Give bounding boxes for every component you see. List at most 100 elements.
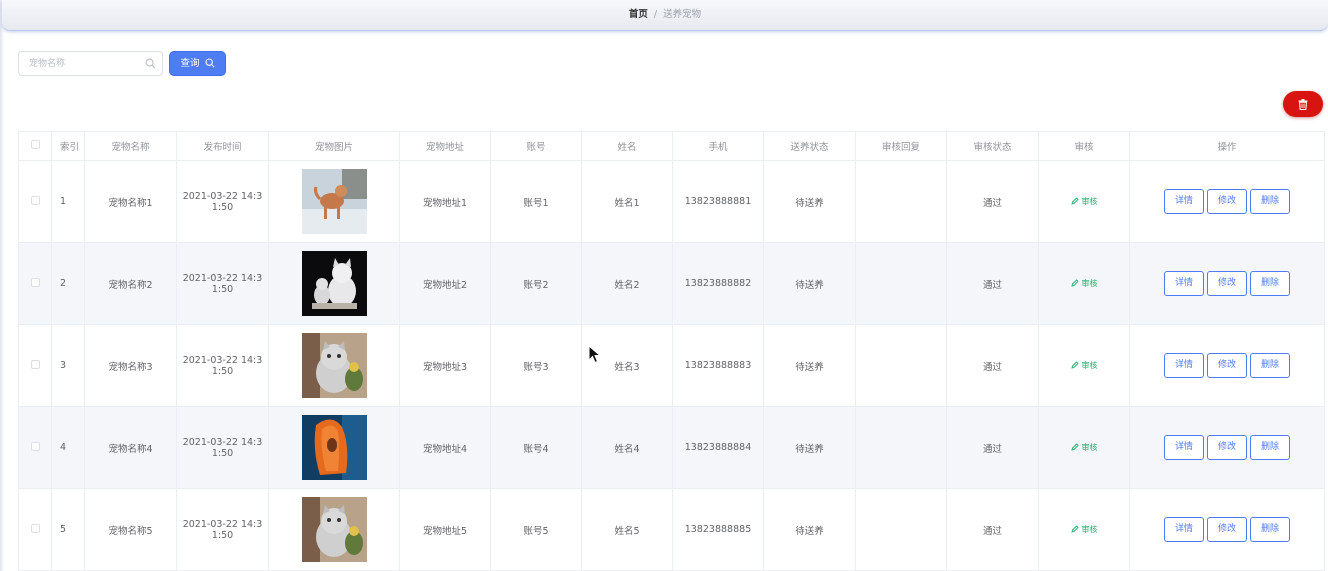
publish-time-line: 2021-03-22 14:3 bbox=[182, 190, 263, 202]
detail-button[interactable]: 详情 bbox=[1164, 271, 1204, 296]
index-cell: 1 bbox=[51, 160, 85, 243]
audit-status-cell: 通过 bbox=[946, 324, 1039, 407]
search-icon bbox=[145, 58, 156, 69]
audit-status-cell: 通过 bbox=[946, 160, 1039, 243]
adopt-status-cell: 待送养 bbox=[763, 406, 856, 489]
left-edge-shadow bbox=[0, 0, 4, 571]
publish-time-cell: 2021-03-22 14:3 1:50 bbox=[176, 488, 269, 571]
account-cell: 账号3 bbox=[490, 324, 582, 407]
index-cell: 2 bbox=[51, 242, 85, 325]
edit-button[interactable]: 修改 bbox=[1207, 189, 1247, 214]
column-header: 姓名 bbox=[581, 131, 673, 161]
row-checkbox[interactable] bbox=[30, 523, 40, 533]
detail-button[interactable]: 详情 bbox=[1164, 189, 1204, 214]
pet-table: 索引 宠物名称 发布时间 宠物图片 宠物地址 账号 姓名 手机 送养状态 审核回… bbox=[18, 131, 1325, 571]
publish-time-line: 1:50 bbox=[211, 447, 234, 459]
select-all-cell bbox=[18, 131, 52, 161]
pet-image-cell bbox=[268, 406, 400, 489]
column-header: 操作 bbox=[1129, 131, 1325, 161]
pet-address-cell: 宠物地址2 bbox=[399, 242, 491, 325]
phone-cell: 13823888882 bbox=[672, 242, 764, 325]
audit-status-cell: 通过 bbox=[946, 406, 1039, 489]
delete-button[interactable]: 删除 bbox=[1250, 435, 1290, 460]
search-input[interactable] bbox=[29, 52, 149, 75]
audit-link[interactable]: 审核 bbox=[1070, 197, 1098, 206]
column-header: 送养状态 bbox=[763, 131, 856, 161]
adopt-status-cell: 待送养 bbox=[763, 488, 856, 571]
publish-time-line: 1:50 bbox=[211, 283, 234, 295]
audit-link[interactable]: 审核 bbox=[1070, 361, 1098, 370]
edit-button[interactable]: 修改 bbox=[1207, 517, 1247, 542]
select-all-checkbox[interactable] bbox=[30, 140, 40, 149]
realname-cell: 姓名3 bbox=[581, 324, 673, 407]
publish-time-line: 1:50 bbox=[211, 529, 234, 541]
index-cell: 5 bbox=[51, 488, 85, 571]
pet-image bbox=[301, 251, 367, 316]
index-cell: 3 bbox=[51, 324, 85, 407]
row-checkbox[interactable] bbox=[30, 359, 40, 369]
table-header-row: 索引 宠物名称 发布时间 宠物图片 宠物地址 账号 姓名 手机 送养状态 审核回… bbox=[18, 131, 1325, 161]
row-checkbox[interactable] bbox=[30, 441, 40, 451]
column-header: 宠物地址 bbox=[399, 131, 491, 161]
query-button[interactable]: 查询 bbox=[169, 51, 226, 76]
breadcrumb-home[interactable]: 首页 bbox=[629, 9, 648, 20]
detail-button[interactable]: 详情 bbox=[1164, 517, 1204, 542]
column-header: 审核回复 bbox=[855, 131, 947, 161]
search-field[interactable] bbox=[18, 51, 163, 76]
query-button-label: 查询 bbox=[180, 58, 200, 69]
breadcrumb-current: 送养宠物 bbox=[663, 9, 702, 20]
phone-cell: 13823888885 bbox=[672, 488, 764, 571]
mouse-cursor-icon bbox=[588, 345, 602, 364]
column-header: 宠物名称 bbox=[84, 131, 177, 161]
audit-cell: 审核 bbox=[1038, 242, 1130, 325]
audit-link[interactable]: 审核 bbox=[1070, 279, 1098, 288]
delete-button[interactable]: 删除 bbox=[1250, 189, 1290, 214]
account-cell: 账号2 bbox=[490, 242, 582, 325]
audit-cell: 审核 bbox=[1038, 406, 1130, 489]
column-header: 发布时间 bbox=[176, 131, 269, 161]
actions-cell: 详情 修改 删除 bbox=[1129, 242, 1325, 325]
column-header: 宠物图片 bbox=[268, 131, 400, 161]
actions-cell: 详情 修改 删除 bbox=[1129, 324, 1325, 407]
actions-cell: 详情 修改 删除 bbox=[1129, 160, 1325, 243]
table-row: 4 宠物名称4 2021-03-22 14:3 1:50 宠物地址4 账号4 姓名4 1382… bbox=[18, 406, 1325, 489]
pet-image-cell bbox=[268, 324, 400, 407]
audit-reply-cell bbox=[855, 488, 947, 571]
adopt-status-cell: 待送养 bbox=[763, 242, 856, 325]
account-cell: 账号1 bbox=[490, 160, 582, 243]
publish-time-line: 2021-03-22 14:3 bbox=[182, 436, 263, 448]
pet-name-cell: 宠物名称1 bbox=[84, 160, 177, 243]
index-cell: 4 bbox=[51, 406, 85, 489]
adopt-status-cell: 待送养 bbox=[763, 324, 856, 407]
select-cell bbox=[18, 406, 52, 489]
table-row: 3 宠物名称3 2021-03-22 14:3 1:50 宠物地址3 账号3 姓名3 1382… bbox=[18, 324, 1325, 407]
edit-icon bbox=[1070, 443, 1079, 451]
audit-link-label: 审核 bbox=[1081, 361, 1098, 370]
audit-reply-cell bbox=[855, 406, 947, 489]
phone-cell: 13823888884 bbox=[672, 406, 764, 489]
audit-status-cell: 通过 bbox=[946, 242, 1039, 325]
row-checkbox[interactable] bbox=[30, 195, 40, 205]
audit-reply-cell bbox=[855, 160, 947, 243]
edit-icon bbox=[1070, 525, 1079, 533]
edit-button[interactable]: 修改 bbox=[1207, 353, 1247, 378]
detail-button[interactable]: 详情 bbox=[1164, 353, 1204, 378]
publish-time-line: 2021-03-22 14:3 bbox=[182, 518, 263, 530]
publish-time-line: 2021-03-22 14:3 bbox=[182, 354, 263, 366]
detail-button[interactable]: 详情 bbox=[1164, 435, 1204, 460]
breadcrumb-separator: / bbox=[653, 9, 658, 20]
edit-button[interactable]: 修改 bbox=[1207, 271, 1247, 296]
publish-time-line: 2021-03-22 14:3 bbox=[182, 272, 263, 284]
delete-button[interactable]: 删除 bbox=[1250, 353, 1290, 378]
pet-name-cell: 宠物名称2 bbox=[84, 242, 177, 325]
audit-link[interactable]: 审核 bbox=[1070, 443, 1098, 452]
publish-time-cell: 2021-03-22 14:3 1:50 bbox=[176, 324, 269, 407]
batch-delete-button[interactable] bbox=[1283, 91, 1323, 117]
edit-button[interactable]: 修改 bbox=[1207, 435, 1247, 460]
delete-button[interactable]: 删除 bbox=[1250, 517, 1290, 542]
phone-cell: 13823888883 bbox=[672, 324, 764, 407]
audit-link[interactable]: 审核 bbox=[1070, 525, 1098, 534]
pet-image-cell bbox=[268, 488, 400, 571]
delete-button[interactable]: 删除 bbox=[1250, 271, 1290, 296]
row-checkbox[interactable] bbox=[30, 277, 40, 287]
